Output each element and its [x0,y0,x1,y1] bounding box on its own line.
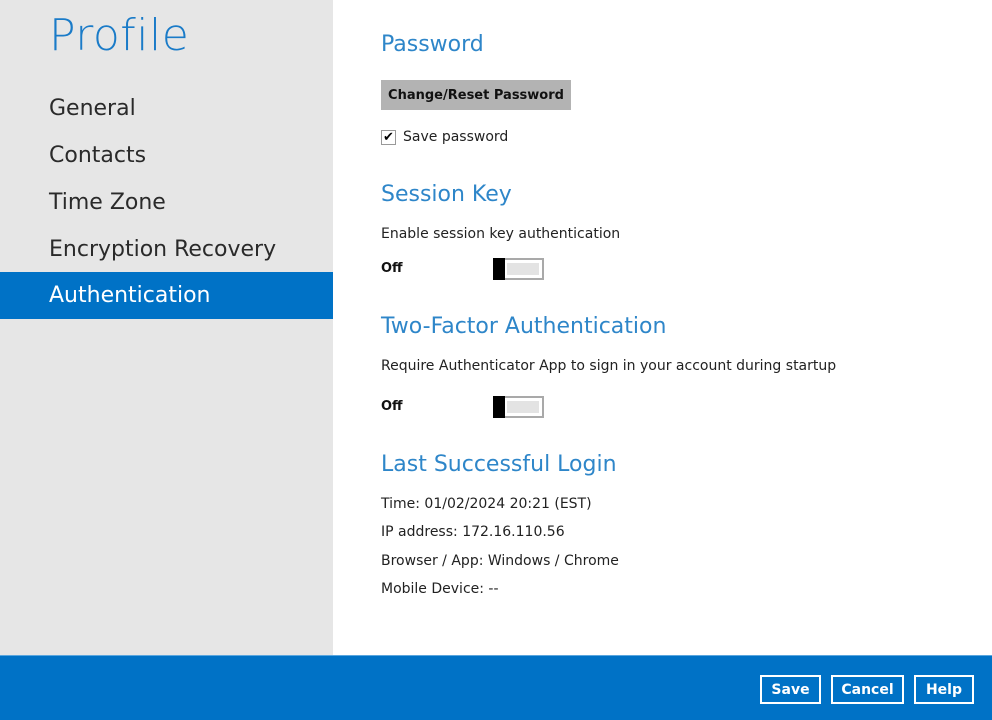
two-factor-toggle-state: Off [381,399,403,414]
two-factor-description: Require Authenticator App to sign in you… [381,358,837,374]
sidebar: Profile General Contacts Time Zone Encry… [0,0,333,655]
session-key-section-title: Session Key [381,182,512,207]
session-key-description: Enable session key authentication [381,226,621,242]
save-password-label: Save password [403,129,509,145]
change-reset-password-button[interactable]: Change/Reset Password [381,80,571,110]
save-password-row: ✔ Save password [381,129,508,145]
save-button[interactable]: Save [760,675,821,704]
sidebar-item-contacts[interactable]: Contacts [0,132,333,179]
session-key-toggle[interactable] [493,258,544,280]
sidebar-item-authentication[interactable]: Authentication [0,272,333,319]
password-section-title: Password [381,32,484,57]
cancel-button[interactable]: Cancel [831,675,904,704]
help-button[interactable]: Help [914,675,974,704]
save-password-checkbox[interactable]: ✔ [381,129,396,145]
toggle-track [507,401,539,413]
last-login-ip-address: IP address: 172.16.110.56 [381,524,565,540]
last-login-section-title: Last Successful Login [381,452,617,477]
main-content: Password Change/Reset Password ✔ Save pa… [333,0,992,655]
two-factor-section-title: Two-Factor Authentication [381,314,667,339]
toggle-track [507,263,539,275]
footer-bar: Save Cancel Help [0,655,992,720]
toggle-knob [493,258,505,280]
two-factor-toggle[interactable] [493,396,544,418]
session-key-toggle-state: Off [381,261,403,276]
last-login-mobile-device: Mobile Device: -- [381,581,499,597]
sidebar-item-general[interactable]: General [0,85,333,132]
last-login-time: Time: 01/02/2024 20:21 (EST) [381,496,592,512]
sidebar-item-time-zone[interactable]: Time Zone [0,179,333,226]
last-login-browser-app: Browser / App: Windows / Chrome [381,553,619,569]
sidebar-title: Profile [49,10,190,61]
sidebar-item-encryption-recovery[interactable]: Encryption Recovery [0,226,333,273]
toggle-knob [493,396,505,418]
